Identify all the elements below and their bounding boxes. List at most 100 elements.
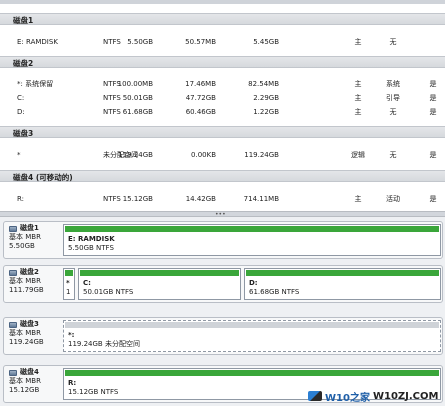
watermark-domain: W10ZJ.COM bbox=[372, 390, 439, 402]
cell-volume: E: RAMDISK bbox=[17, 38, 58, 46]
cell-capacity: 50.01GB bbox=[122, 94, 153, 102]
cell-mbr: 是 bbox=[429, 195, 437, 203]
cell-capacity: 5.50GB bbox=[127, 38, 153, 46]
cell-free: 82.54MB bbox=[248, 80, 279, 88]
cell-type: 逻辑 bbox=[351, 151, 365, 159]
disk-name: 磁盘1 bbox=[20, 224, 39, 232]
partition-list: 磁盘1 E: RAMDISK NTFS 5.50GB 50.57MB 5.45G… bbox=[0, 0, 445, 211]
partition-d[interactable]: D: 61.68GB NTFS bbox=[244, 268, 441, 300]
cell-free: 2.29GB bbox=[253, 94, 279, 102]
group-title: 磁盘3 bbox=[13, 129, 34, 138]
cell-used: 0.00KB bbox=[191, 151, 216, 159]
cell-used: 14.42GB bbox=[185, 195, 216, 203]
partition-usage-bar bbox=[65, 226, 439, 232]
disk-size: 15.12GB bbox=[9, 386, 40, 394]
cell-filesystem: NTFS bbox=[103, 195, 121, 203]
group-title: 磁盘4 (可移动的) bbox=[13, 173, 73, 182]
disk-map: 磁盘1 基本 MBR 5.50GB E: RAMDISK 5.50GB NTFS… bbox=[0, 217, 445, 406]
cell-mbr: 是 bbox=[429, 80, 437, 88]
disk-info: 磁盘2 基本 MBR 111.79GB bbox=[4, 266, 60, 302]
partition-c[interactable]: C: 50.01GB NTFS bbox=[78, 268, 241, 300]
partition-detail: 1 bbox=[66, 288, 71, 296]
cell-capacity: 61.68GB bbox=[122, 108, 153, 116]
cell-type: 主 bbox=[354, 108, 362, 116]
list-row[interactable]: C: NTFS 50.01GB 47.72GB 2.29GB 主 引导 是 bbox=[0, 92, 445, 104]
disk-row-2[interactable]: 磁盘2 基本 MBR 111.79GB * 1 C: 50.01GB NTFS … bbox=[3, 265, 443, 303]
cell-status: 系统 bbox=[386, 80, 400, 88]
cell-capacity: 15.12GB bbox=[122, 195, 153, 203]
partition-usage-bar bbox=[65, 322, 439, 328]
disk-kind: 基本 MBR bbox=[9, 277, 41, 285]
list-top-border bbox=[0, 0, 445, 4]
removable-disk-icon bbox=[9, 369, 17, 376]
disk-row-1[interactable]: 磁盘1 基本 MBR 5.50GB E: RAMDISK 5.50GB NTFS bbox=[3, 221, 443, 259]
cell-status: 无 bbox=[389, 38, 397, 46]
group-header-disk3: 磁盘3 bbox=[0, 126, 445, 138]
partition-label: R: bbox=[68, 379, 77, 387]
cell-volume: * bbox=[17, 151, 21, 159]
cell-free: 714.11MB bbox=[243, 195, 279, 203]
cell-filesystem: NTFS bbox=[103, 38, 121, 46]
partition-usage-bar bbox=[65, 270, 73, 276]
group-title: 磁盘1 bbox=[13, 16, 34, 25]
cell-used: 47.72GB bbox=[185, 94, 216, 102]
partition-usage-bar bbox=[246, 270, 439, 276]
cell-free: 119.24GB bbox=[244, 151, 279, 159]
disk-info: 磁盘3 基本 MBR 119.24GB bbox=[4, 318, 60, 354]
partition-label: D: bbox=[249, 279, 258, 287]
disk-size: 5.50GB bbox=[9, 242, 35, 250]
disk-size: 119.24GB bbox=[9, 338, 44, 346]
partition-detail: 15.12GB NTFS bbox=[68, 388, 119, 396]
cell-status: 无 bbox=[389, 151, 397, 159]
partition-label: *: bbox=[68, 331, 75, 339]
watermark-text: W10之家 bbox=[325, 392, 370, 404]
disk-icon bbox=[9, 269, 17, 276]
group-title: 磁盘2 bbox=[13, 59, 34, 68]
cell-capacity: 119.24GB bbox=[118, 151, 153, 159]
list-row[interactable]: *: 系统保留 NTFS 100.00MB 17.46MB 82.54MB 主 … bbox=[0, 78, 445, 90]
disk-kind: 基本 MBR bbox=[9, 377, 41, 385]
disk-info: 磁盘1 基本 MBR 5.50GB bbox=[4, 222, 60, 258]
disk-icon bbox=[9, 321, 17, 328]
cell-free: 1.22GB bbox=[253, 108, 279, 116]
list-row[interactable]: R: NTFS 15.12GB 14.42GB 714.11MB 主 活动 是 bbox=[0, 193, 445, 205]
cell-type: 主 bbox=[354, 94, 362, 102]
partition-label: E: RAMDISK bbox=[68, 235, 115, 243]
partition-system-reserved[interactable]: * 1 bbox=[63, 268, 75, 300]
cell-status: 活动 bbox=[386, 195, 400, 203]
partition-detail: 5.50GB NTFS bbox=[68, 244, 114, 252]
cell-used: 50.57MB bbox=[185, 38, 216, 46]
cell-status: 无 bbox=[389, 108, 397, 116]
partition-unallocated[interactable]: *: 119.24GB 未分配空间 bbox=[63, 320, 441, 352]
disk-name: 磁盘3 bbox=[20, 320, 39, 328]
partition-label: * bbox=[66, 279, 70, 287]
watermark: W10之家 W10ZJ.COM bbox=[308, 388, 443, 404]
partition-label: C: bbox=[83, 279, 91, 287]
cell-mbr: 是 bbox=[429, 108, 437, 116]
disk-row-3[interactable]: 磁盘3 基本 MBR 119.24GB *: 119.24GB 未分配空间 bbox=[3, 317, 443, 355]
disk-name: 磁盘4 bbox=[20, 368, 39, 376]
disk-name: 磁盘2 bbox=[20, 268, 39, 276]
partition-detail: 61.68GB NTFS bbox=[249, 288, 300, 296]
disk-info: 磁盘4 基本 MBR 15.12GB bbox=[4, 366, 60, 402]
group-header-disk2: 磁盘2 bbox=[0, 56, 445, 68]
cell-mbr: 是 bbox=[429, 94, 437, 102]
group-header-disk1: 磁盘1 bbox=[0, 13, 445, 25]
cell-volume: C: bbox=[17, 94, 25, 102]
cell-volume: *: 系统保留 bbox=[17, 80, 54, 88]
disk-icon bbox=[9, 225, 17, 232]
partition-usage-bar bbox=[65, 370, 439, 376]
cell-used: 60.46GB bbox=[185, 108, 216, 116]
partition-detail: 119.24GB 未分配空间 bbox=[68, 340, 140, 348]
cell-status: 引导 bbox=[386, 94, 400, 102]
cell-type: 主 bbox=[354, 80, 362, 88]
list-row[interactable]: E: RAMDISK NTFS 5.50GB 50.57MB 5.45GB 主 … bbox=[0, 36, 445, 48]
list-row[interactable]: * 未分配空间 119.24GB 0.00KB 119.24GB 逻辑 无 是 bbox=[0, 149, 445, 161]
group-header-disk4: 磁盘4 (可移动的) bbox=[0, 170, 445, 182]
cell-type: 主 bbox=[354, 195, 362, 203]
list-row[interactable]: D: NTFS 61.68GB 60.46GB 1.22GB 主 无 是 bbox=[0, 106, 445, 118]
disk-kind: 基本 MBR bbox=[9, 329, 41, 337]
partition-e[interactable]: E: RAMDISK 5.50GB NTFS bbox=[63, 224, 441, 256]
cell-used: 17.46MB bbox=[185, 80, 216, 88]
disk-kind: 基本 MBR bbox=[9, 233, 41, 241]
